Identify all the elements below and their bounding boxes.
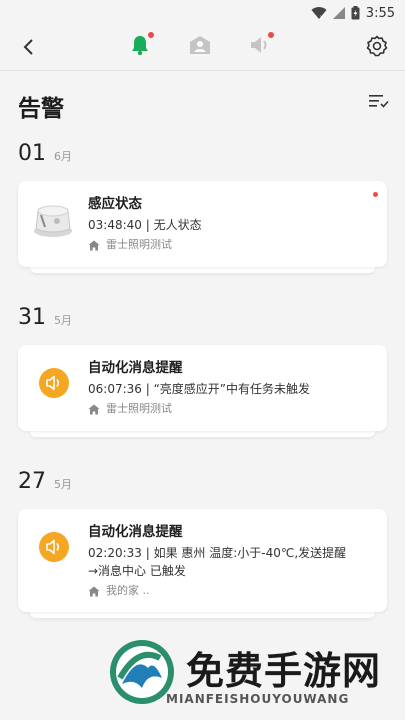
- bell-icon: [132, 36, 148, 56]
- home-icon: [88, 240, 100, 250]
- card-location: 雷士照明测试: [88, 236, 373, 254]
- home-icon: [88, 586, 100, 596]
- location-label: 雷士照明测试: [106, 402, 172, 415]
- unread-dot: [148, 32, 154, 38]
- date-header: 01 6月: [0, 131, 405, 181]
- watermark-title: 免费手游网: [186, 649, 382, 693]
- card-location: 雷士照明测试: [88, 400, 373, 418]
- tab-alarm[interactable]: [126, 30, 154, 60]
- status-bar: x 3:55: [0, 0, 405, 26]
- date-day: 31: [18, 305, 46, 330]
- page-header: 告警: [0, 71, 405, 131]
- unread-dot: [268, 32, 274, 38]
- category-tabs: [126, 30, 274, 60]
- battery-icon: [351, 6, 360, 20]
- watermark-subtitle: MIANFEISHOUYOUWANG: [166, 692, 350, 706]
- back-button[interactable]: [14, 34, 42, 60]
- signal-icon: [332, 7, 345, 19]
- card-title: 自动化消息提醒: [88, 360, 183, 376]
- date-group: 27 5月 自动化消息提醒 02:20:33 | 如果 惠州 温度:小于-40℃…: [0, 459, 405, 618]
- filter-list-icon: [369, 95, 389, 108]
- card-text-line: →消息中心 已触发: [88, 564, 186, 578]
- alert-card[interactable]: 自动化消息提醒 02:20:33 | 如果 惠州 温度:小于-40℃,发送提醒 …: [18, 509, 387, 612]
- card-text: 02:20:33 | 如果 惠州 温度:小于-40℃,发送提醒 →消息中心 已触…: [88, 544, 373, 580]
- date-group: 01 6月 感应状态 03:48:40 | 无人状态 雷士照明测试: [0, 131, 405, 273]
- date-month: 6月: [54, 150, 72, 163]
- home-user-icon: [190, 36, 210, 54]
- date-day: 27: [18, 469, 46, 494]
- speaker-icon: [32, 529, 70, 567]
- tab-family[interactable]: [186, 30, 214, 60]
- wifi-icon: x: [311, 6, 327, 20]
- chevron-left-icon: [23, 39, 33, 55]
- top-bar: [0, 26, 405, 66]
- watermark: 免费手游网 MIANFEISHOUYOUWANG: [0, 620, 405, 720]
- filter-button[interactable]: [369, 93, 391, 113]
- card-title: 自动化消息提醒: [88, 524, 183, 540]
- alert-card[interactable]: 感应状态 03:48:40 | 无人状态 雷士照明测试: [18, 181, 387, 267]
- date-month: 5月: [54, 478, 72, 491]
- date-day: 01: [18, 141, 46, 166]
- card-text-line: 02:20:33 | 如果 惠州 温度:小于-40℃,发送提醒: [88, 546, 347, 560]
- sensor-device-icon: [32, 201, 74, 243]
- home-icon: [88, 404, 100, 414]
- status-time: 3:55: [365, 5, 395, 21]
- alert-card[interactable]: 自动化消息提醒 06:07:36 | “亮度感应开”中有任务未触发 雷士照明测试: [18, 345, 387, 431]
- settings-button[interactable]: [363, 32, 391, 60]
- location-label: 我的家 ..: [106, 584, 150, 597]
- card-title: 感应状态: [88, 196, 142, 212]
- speaker-icon: [251, 37, 267, 53]
- page-title: 告警: [18, 96, 64, 122]
- unread-dot: [373, 192, 378, 197]
- date-header: 31 5月: [0, 295, 405, 345]
- gear-icon: [366, 35, 388, 57]
- date-group: 31 5月 自动化消息提醒 06:07:36 | “亮度感应开”中有任务未触发 …: [0, 295, 405, 437]
- date-header: 27 5月: [0, 459, 405, 509]
- location-label: 雷士照明测试: [106, 238, 172, 251]
- date-month: 5月: [54, 314, 72, 327]
- card-location: 我的家 ..: [88, 582, 373, 600]
- svg-text:x: x: [320, 14, 324, 20]
- speaker-icon: [32, 365, 70, 403]
- card-text: 06:07:36 | “亮度感应开”中有任务未触发: [88, 382, 311, 396]
- tab-notification[interactable]: [246, 30, 274, 60]
- card-text: 03:48:40 | 无人状态: [88, 218, 202, 232]
